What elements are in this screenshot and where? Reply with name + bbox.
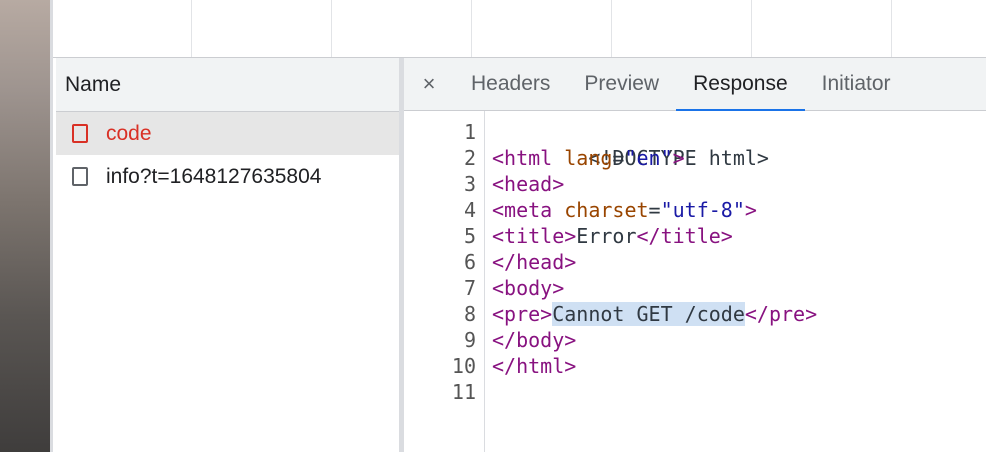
tab-preview[interactable]: Preview: [567, 58, 676, 110]
document-icon: [72, 167, 88, 186]
tag-token: <title>: [492, 224, 577, 248]
text-token: Error: [576, 224, 637, 248]
line-number: 1: [463, 120, 476, 144]
tag-token: </html>: [492, 354, 577, 378]
request-row-code[interactable]: code: [56, 112, 399, 155]
line-number-gutter: 1 2 3 4 5 6 7 8 9 10 11: [404, 111, 485, 452]
devtools-network-panel: Name code info?t=1648127635804 × Headers…: [50, 0, 986, 452]
code-line: </head>: [492, 249, 576, 275]
line-number: 8: [463, 302, 476, 326]
tag-token: </body>: [492, 328, 577, 352]
request-name: code: [106, 121, 152, 145]
detail-tabbar: × Headers Preview Response Initiator: [404, 58, 986, 111]
name-column-label: Name: [65, 72, 122, 96]
timeline-gridline: [191, 0, 192, 57]
line-number: 6: [463, 250, 476, 274]
tab-headers[interactable]: Headers: [454, 58, 567, 110]
tab-label: Preview: [584, 72, 660, 95]
selected-text: Cannot GET /code: [552, 302, 745, 326]
line-number: 10: [451, 354, 476, 378]
tag-token: <body>: [492, 276, 565, 300]
document-icon: [72, 124, 88, 143]
equals-token: =: [648, 198, 661, 222]
timeline-gridline: [331, 0, 332, 57]
tag-token: <pre>: [492, 302, 553, 326]
code-line: </body>: [492, 327, 576, 353]
line-number: 3: [463, 172, 476, 196]
tab-response[interactable]: Response: [676, 58, 805, 111]
request-list-panel: Name code info?t=1648127635804: [56, 58, 399, 452]
code-line: </html>: [492, 353, 576, 379]
timeline-gridline: [891, 0, 892, 57]
request-row-info[interactable]: info?t=1648127635804: [56, 155, 399, 198]
tag-token: <html: [492, 146, 565, 170]
tab-label: Response: [693, 72, 788, 95]
line-number: 7: [463, 276, 476, 300]
equals-token: =: [612, 146, 625, 170]
tag-token: <meta: [492, 198, 565, 222]
close-icon[interactable]: ×: [404, 58, 454, 110]
request-name: info?t=1648127635804: [106, 164, 322, 188]
tab-label: Initiator: [821, 72, 891, 95]
timeline-gridline: [611, 0, 612, 57]
desktop-background: [0, 0, 50, 452]
line-number: 4: [463, 198, 476, 222]
tag-token: </head>: [492, 250, 577, 274]
value-token: "en": [624, 146, 673, 170]
tab-label: Headers: [471, 72, 551, 95]
tag-token: <head>: [492, 172, 565, 196]
line-number: 11: [451, 380, 476, 404]
code-line: <pre>Cannot GET /code</pre>: [492, 301, 817, 327]
attribute-token: charset: [564, 198, 649, 222]
code-line: <body>: [492, 275, 564, 301]
tag-token: </title>: [636, 224, 733, 248]
name-column-header[interactable]: Name: [56, 58, 399, 112]
line-number: 5: [463, 224, 476, 248]
code-line: <head>: [492, 171, 564, 197]
timeline-gridline: [471, 0, 472, 57]
code-line: <title>Error</title>: [492, 223, 733, 249]
code-line: <html lang="en">: [492, 145, 685, 171]
line-number: 9: [463, 328, 476, 352]
network-timeline-overview[interactable]: [53, 0, 986, 58]
response-body-viewer[interactable]: 1 2 3 4 5 6 7 8 9 10 11 <!DOCTYPE html> …: [404, 111, 986, 452]
attribute-token: lang: [564, 146, 613, 170]
line-number: 2: [463, 146, 476, 170]
close-glyph: ×: [422, 71, 436, 96]
code-line: <meta charset="utf-8">: [492, 197, 757, 223]
tag-token: </pre>: [744, 302, 818, 326]
tab-initiator[interactable]: Initiator: [805, 58, 908, 110]
timeline-gridline: [751, 0, 752, 57]
tag-token: >: [744, 198, 757, 222]
request-detail-panel: × Headers Preview Response Initiator 1 2…: [404, 58, 986, 452]
tag-token: >: [672, 146, 685, 170]
value-token: "utf-8": [660, 198, 745, 222]
code-line: <!DOCTYPE html>: [492, 119, 769, 170]
